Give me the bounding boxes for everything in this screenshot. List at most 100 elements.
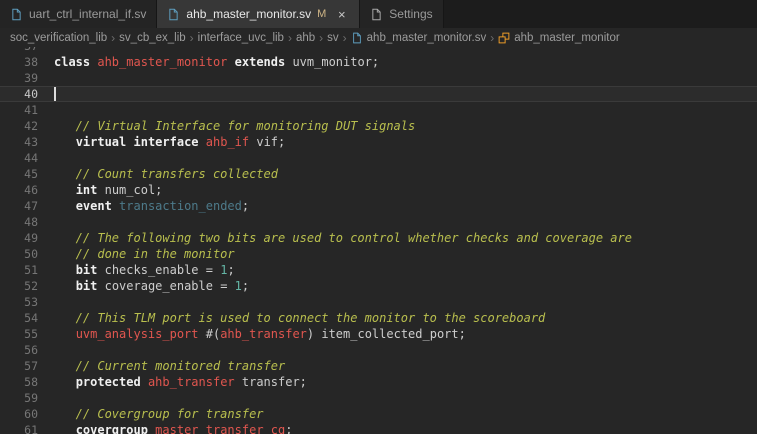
line-number[interactable]: 38 bbox=[0, 54, 38, 70]
code-line-52[interactable]: 52 bit coverage_enable = 1; bbox=[0, 278, 757, 294]
code-text bbox=[38, 102, 757, 118]
line-number[interactable]: 55 bbox=[0, 326, 38, 342]
code-line-42[interactable]: 42 // Virtual Interface for monitoring D… bbox=[0, 118, 757, 134]
line-number[interactable]: 59 bbox=[0, 390, 38, 406]
code-text bbox=[38, 150, 757, 166]
breadcrumb-item-interface_uvc_lib[interactable]: interface_uvc_lib bbox=[198, 32, 284, 44]
code-line-44[interactable]: 44 bbox=[0, 150, 757, 166]
text-cursor bbox=[54, 87, 56, 101]
breadcrumb-item-sv[interactable]: sv bbox=[327, 32, 339, 44]
code-line-50[interactable]: 50 // done in the monitor bbox=[0, 246, 757, 262]
code-text: bit coverage_enable = 1; bbox=[38, 278, 757, 294]
code-text: // Virtual Interface for monitoring DUT … bbox=[38, 118, 757, 134]
line-number[interactable]: 51 bbox=[0, 262, 38, 278]
code-text: // Current monitored transfer bbox=[38, 358, 757, 374]
code-text bbox=[38, 214, 757, 230]
tab-bar-filler bbox=[444, 0, 757, 28]
close-tab-icon[interactable]: × bbox=[334, 7, 349, 22]
line-number[interactable]: 60 bbox=[0, 406, 38, 422]
line-number[interactable]: 48 bbox=[0, 214, 38, 230]
sv-file-icon bbox=[10, 8, 23, 21]
code-text: // Covergroup for transfer bbox=[38, 406, 757, 422]
breadcrumb-separator-icon: › bbox=[490, 31, 494, 45]
code-text: int num_col; bbox=[38, 182, 757, 198]
breadcrumb-item-sv_cb_ex_lib[interactable]: sv_cb_ex_lib bbox=[119, 32, 185, 44]
breadcrumb-label: interface_uvc_lib bbox=[198, 32, 284, 44]
code-line-43[interactable]: 43 virtual interface ahb_if vif; bbox=[0, 134, 757, 150]
code-text: protected ahb_transfer transfer; bbox=[38, 374, 757, 390]
code-text: // The following two bits are used to co… bbox=[38, 230, 757, 246]
code-line-54[interactable]: 54 // This TLM port is used to connect t… bbox=[0, 310, 757, 326]
breadcrumb-label: soc_verification_lib bbox=[10, 32, 107, 44]
breadcrumb-item-ahb_master_monitor[interactable]: ahb_master_monitor bbox=[498, 32, 619, 44]
line-number[interactable]: 39 bbox=[0, 70, 38, 86]
breadcrumb-separator-icon: › bbox=[343, 31, 347, 45]
code-line-38[interactable]: 38class ahb_master_monitor extends uvm_m… bbox=[0, 54, 757, 70]
line-number[interactable]: 46 bbox=[0, 182, 38, 198]
code-text bbox=[38, 47, 757, 54]
code-line-57[interactable]: 57 // Current monitored transfer bbox=[0, 358, 757, 374]
code-line-61[interactable]: 61 covergroup master_transfer_cg; bbox=[0, 422, 757, 434]
code-text bbox=[38, 294, 757, 310]
line-number[interactable]: 53 bbox=[0, 294, 38, 310]
code-line-49[interactable]: 49 // The following two bits are used to… bbox=[0, 230, 757, 246]
line-number[interactable]: 54 bbox=[0, 310, 38, 326]
tab-label: ahb_master_monitor.sv bbox=[186, 7, 311, 21]
code-line-40[interactable]: 40 bbox=[0, 86, 757, 102]
line-number[interactable]: 44 bbox=[0, 150, 38, 166]
line-number[interactable]: 41 bbox=[0, 102, 38, 118]
code-line-59[interactable]: 59 bbox=[0, 390, 757, 406]
tab-bar: uart_ctrl_internal_if.sv ahb_master_moni… bbox=[0, 0, 757, 28]
file-icon bbox=[351, 32, 363, 44]
breadcrumb-label: sv_cb_ex_lib bbox=[119, 32, 185, 44]
tab-ahb-master-monitor[interactable]: ahb_master_monitor.sv M × bbox=[157, 0, 360, 28]
tab-label: Settings bbox=[389, 7, 432, 21]
code-text bbox=[38, 70, 757, 86]
breadcrumb-label: ahb_master_monitor bbox=[514, 32, 619, 44]
line-number[interactable]: 49 bbox=[0, 230, 38, 246]
line-number[interactable]: 40 bbox=[0, 86, 38, 102]
tab-label: uart_ctrl_internal_if.sv bbox=[29, 7, 146, 21]
code-line-47[interactable]: 47 event transaction_ended; bbox=[0, 198, 757, 214]
code-line-56[interactable]: 56 bbox=[0, 342, 757, 358]
breadcrumb-item-soc_verification_lib[interactable]: soc_verification_lib bbox=[10, 32, 107, 44]
line-number[interactable]: 52 bbox=[0, 278, 38, 294]
code-text bbox=[38, 390, 757, 406]
line-number[interactable]: 47 bbox=[0, 198, 38, 214]
sv-file-icon bbox=[167, 8, 180, 21]
code-text: event transaction_ended; bbox=[38, 198, 757, 214]
code-line-37[interactable]: 37 bbox=[0, 47, 757, 54]
line-number[interactable]: 43 bbox=[0, 134, 38, 150]
code-line-45[interactable]: 45 // Count transfers collected bbox=[0, 166, 757, 182]
tab-uart-ctrl-internal-if[interactable]: uart_ctrl_internal_if.sv bbox=[0, 0, 157, 28]
tab-settings[interactable]: Settings bbox=[360, 0, 443, 28]
code-line-46[interactable]: 46 int num_col; bbox=[0, 182, 757, 198]
editor[interactable]: 3738class ahb_master_monitor extends uvm… bbox=[0, 47, 757, 434]
line-number[interactable]: 37 bbox=[0, 47, 38, 54]
code-text: // This TLM port is used to connect the … bbox=[38, 310, 757, 326]
line-number[interactable]: 56 bbox=[0, 342, 38, 358]
code-line-51[interactable]: 51 bit checks_enable = 1; bbox=[0, 262, 757, 278]
code-line-41[interactable]: 41 bbox=[0, 102, 757, 118]
code-line-39[interactable]: 39 bbox=[0, 70, 757, 86]
code-line-60[interactable]: 60 // Covergroup for transfer bbox=[0, 406, 757, 422]
line-number[interactable]: 50 bbox=[0, 246, 38, 262]
breadcrumb-item-ahb_master_monitor.sv[interactable]: ahb_master_monitor.sv bbox=[351, 32, 487, 44]
line-number[interactable]: 42 bbox=[0, 118, 38, 134]
code-line-48[interactable]: 48 bbox=[0, 214, 757, 230]
breadcrumb-item-ahb[interactable]: ahb bbox=[296, 32, 315, 44]
line-number[interactable]: 57 bbox=[0, 358, 38, 374]
code-line-58[interactable]: 58 protected ahb_transfer transfer; bbox=[0, 374, 757, 390]
git-modified-badge: M bbox=[317, 8, 326, 20]
code-text: uvm_analysis_port #(ahb_transfer) item_c… bbox=[38, 326, 757, 342]
code-line-53[interactable]: 53 bbox=[0, 294, 757, 310]
line-number[interactable]: 45 bbox=[0, 166, 38, 182]
line-number[interactable]: 58 bbox=[0, 374, 38, 390]
breadcrumb-separator-icon: › bbox=[111, 31, 115, 45]
line-number[interactable]: 61 bbox=[0, 422, 38, 434]
breadcrumb-label: ahb_master_monitor.sv bbox=[367, 32, 487, 44]
code-text: bit checks_enable = 1; bbox=[38, 262, 757, 278]
breadcrumb-label: ahb bbox=[296, 32, 315, 44]
code-text: // Count transfers collected bbox=[38, 166, 757, 182]
code-line-55[interactable]: 55 uvm_analysis_port #(ahb_transfer) ite… bbox=[0, 326, 757, 342]
